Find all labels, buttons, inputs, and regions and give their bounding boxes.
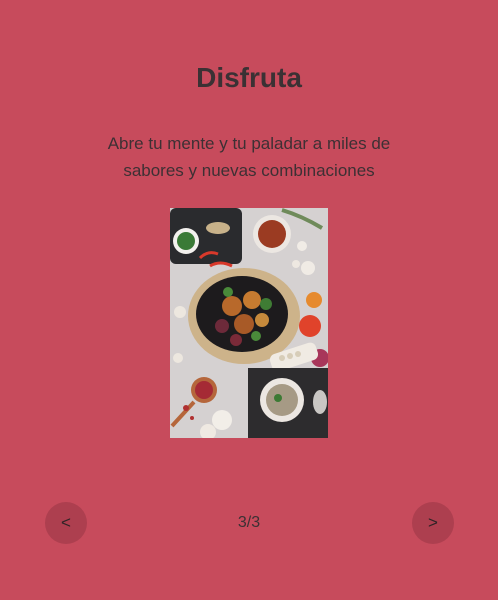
slide-text: Abre tu mente y tu paladar a miles de sa… [107, 134, 391, 180]
food-photo [170, 208, 328, 438]
next-button[interactable]: > [412, 502, 454, 544]
slide-title: Disfruta [196, 62, 302, 93]
